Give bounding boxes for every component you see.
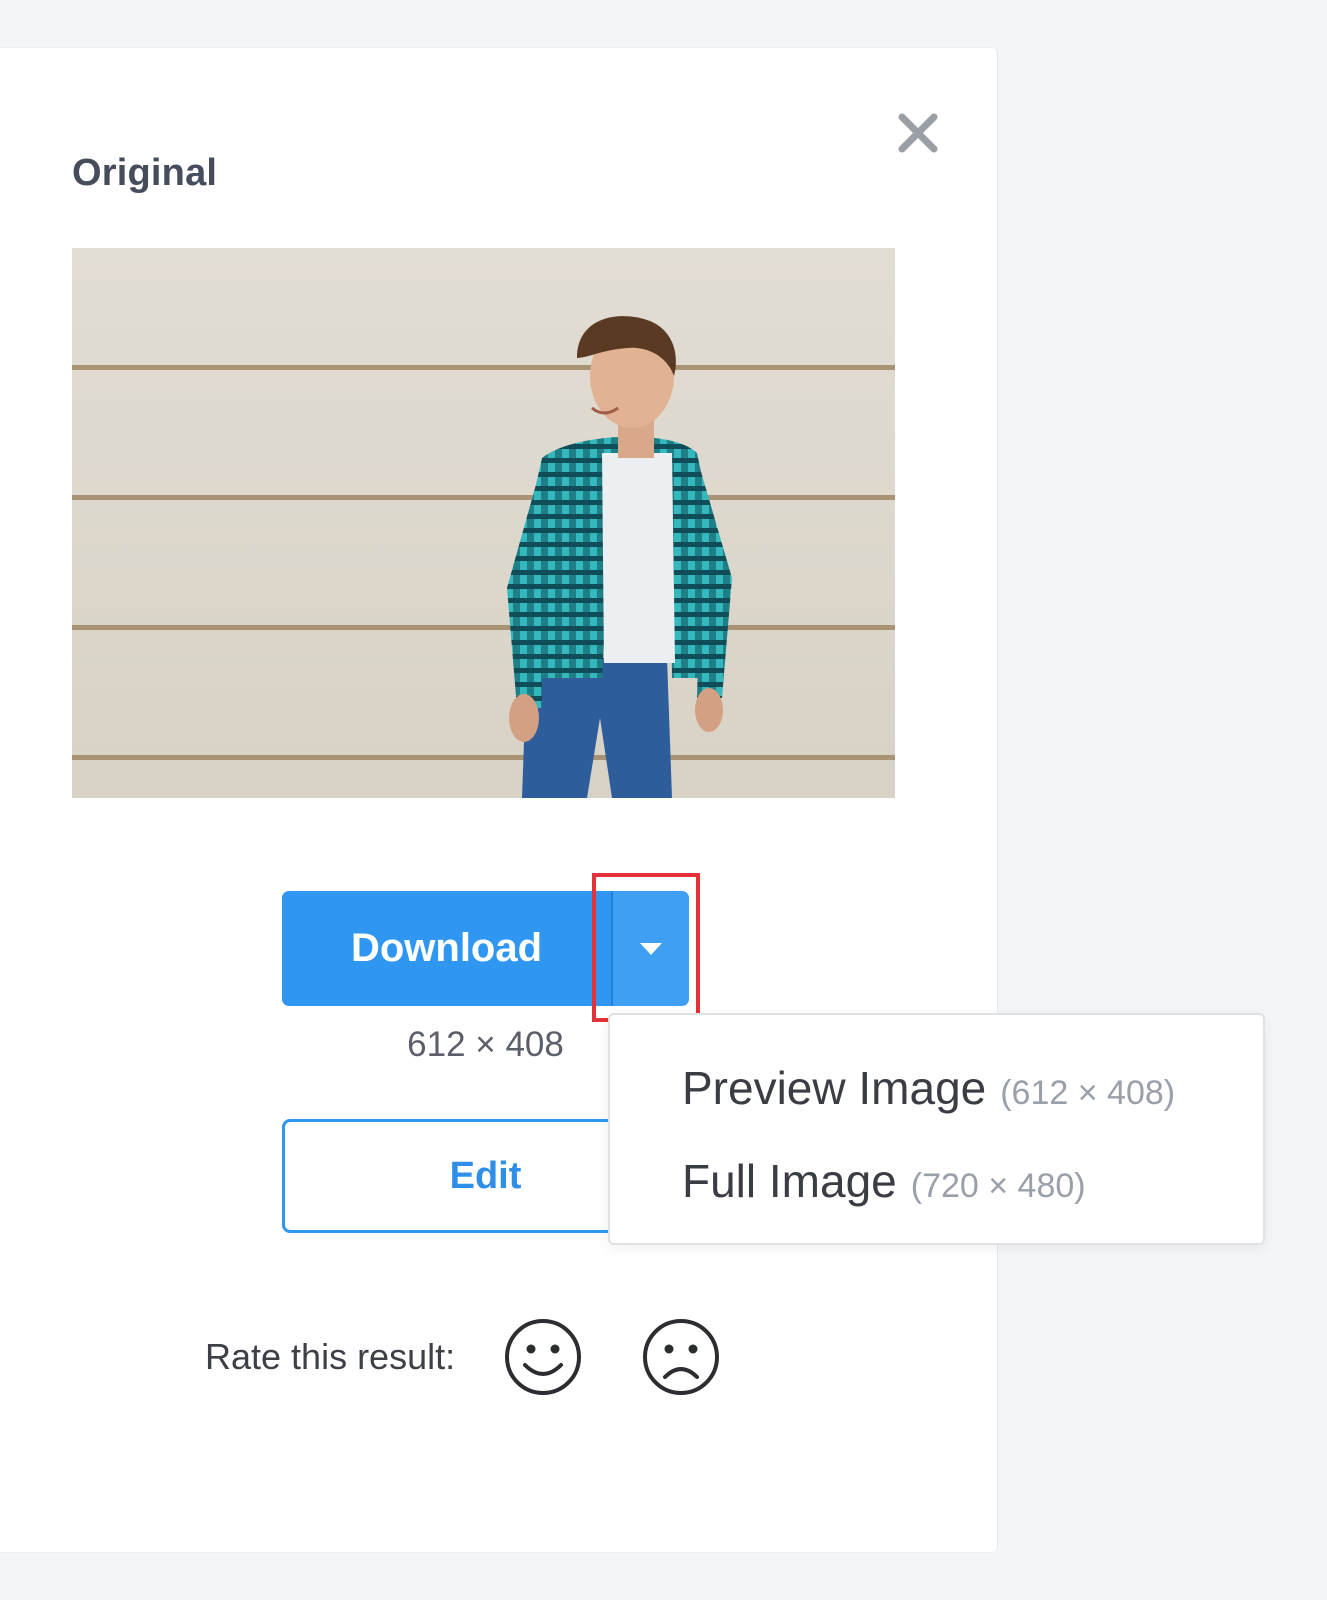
download-split-button: Download (282, 891, 689, 1006)
close-icon (898, 113, 938, 153)
menu-item-size: (612 × 408) (1000, 1074, 1176, 1112)
download-options-toggle[interactable] (611, 891, 689, 1006)
rating-label: Rate this result: (205, 1336, 456, 1377)
panel-title: Original (72, 152, 218, 194)
caret-down-icon (640, 942, 662, 955)
download-options-menu: Preview Image (612 × 408) Full Image (72… (608, 1013, 1265, 1245)
menu-item-full-image[interactable]: Full Image (720 × 480) (682, 1154, 1086, 1224)
menu-item-label: Full Image (682, 1155, 897, 1207)
smiley-face-icon[interactable] (503, 1317, 583, 1397)
download-button[interactable]: Download (282, 891, 611, 1006)
sad-face-icon[interactable] (641, 1317, 721, 1397)
close-button[interactable] (893, 108, 943, 158)
rating-row: Rate this result: (205, 1316, 721, 1398)
menu-item-label: Preview Image (682, 1062, 987, 1114)
menu-item-preview-image[interactable]: Preview Image (612 × 408) (682, 1061, 1175, 1131)
menu-item-size: (720 × 480) (910, 1167, 1086, 1205)
original-image (72, 248, 895, 798)
